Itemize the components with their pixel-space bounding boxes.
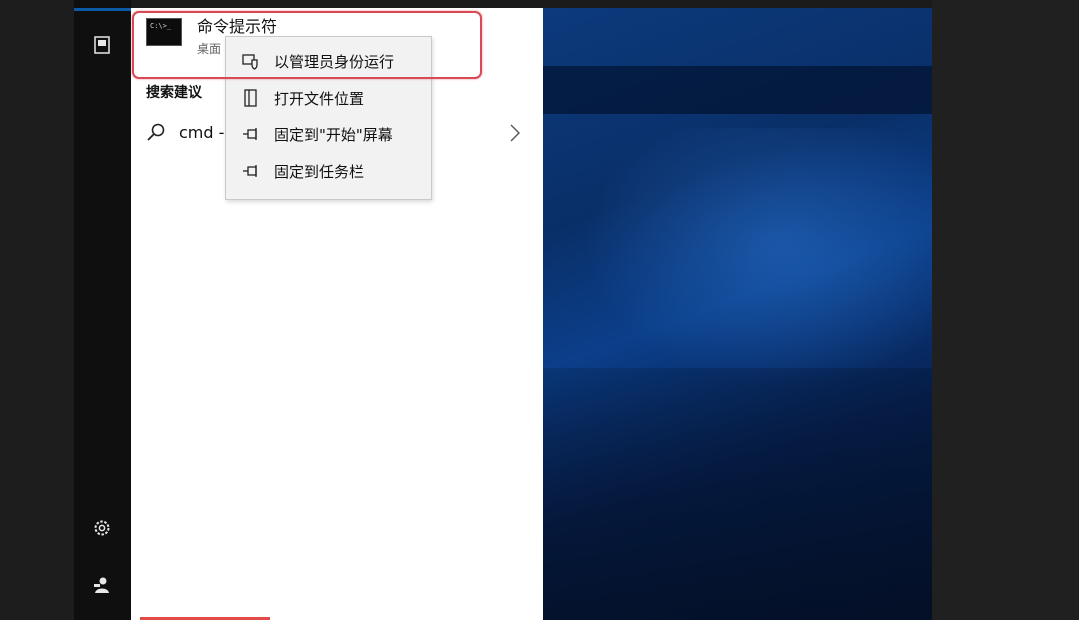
wallpaper-glow bbox=[583, 128, 932, 388]
desktop-wallpaper bbox=[543, 8, 932, 620]
wallpaper-shadow bbox=[543, 368, 932, 620]
menu-item-pin-to-taskbar[interactable]: 固定到任务栏 bbox=[226, 153, 431, 189]
section-header: 搜索建议 bbox=[146, 85, 202, 101]
menu-item-open-file-location[interactable]: 打开文件位置 bbox=[226, 80, 431, 116]
left-bezel bbox=[0, 0, 74, 620]
settings-icon[interactable] bbox=[91, 517, 113, 539]
folder-icon bbox=[242, 89, 260, 107]
right-bezel bbox=[932, 0, 1079, 620]
highlight-frame bbox=[132, 11, 482, 79]
menu-item-label: 打开文件位置 bbox=[274, 90, 365, 108]
chevron-right-icon[interactable] bbox=[508, 122, 522, 144]
pin-icon bbox=[242, 162, 260, 180]
rail-accent bbox=[74, 8, 131, 11]
menu-item-pin-to-start[interactable]: 固定到"开始"屏幕 bbox=[226, 116, 431, 152]
search-icon bbox=[146, 122, 166, 142]
menu-item-label: 固定到任务栏 bbox=[274, 163, 365, 181]
pin-icon bbox=[242, 125, 260, 143]
wallpaper-band bbox=[543, 66, 932, 114]
document-icon[interactable] bbox=[91, 34, 113, 56]
suggestion-text: cmd - bbox=[179, 123, 225, 142]
menu-item-label: 固定到"开始"屏幕 bbox=[274, 126, 393, 144]
user-icon[interactable] bbox=[91, 574, 113, 596]
